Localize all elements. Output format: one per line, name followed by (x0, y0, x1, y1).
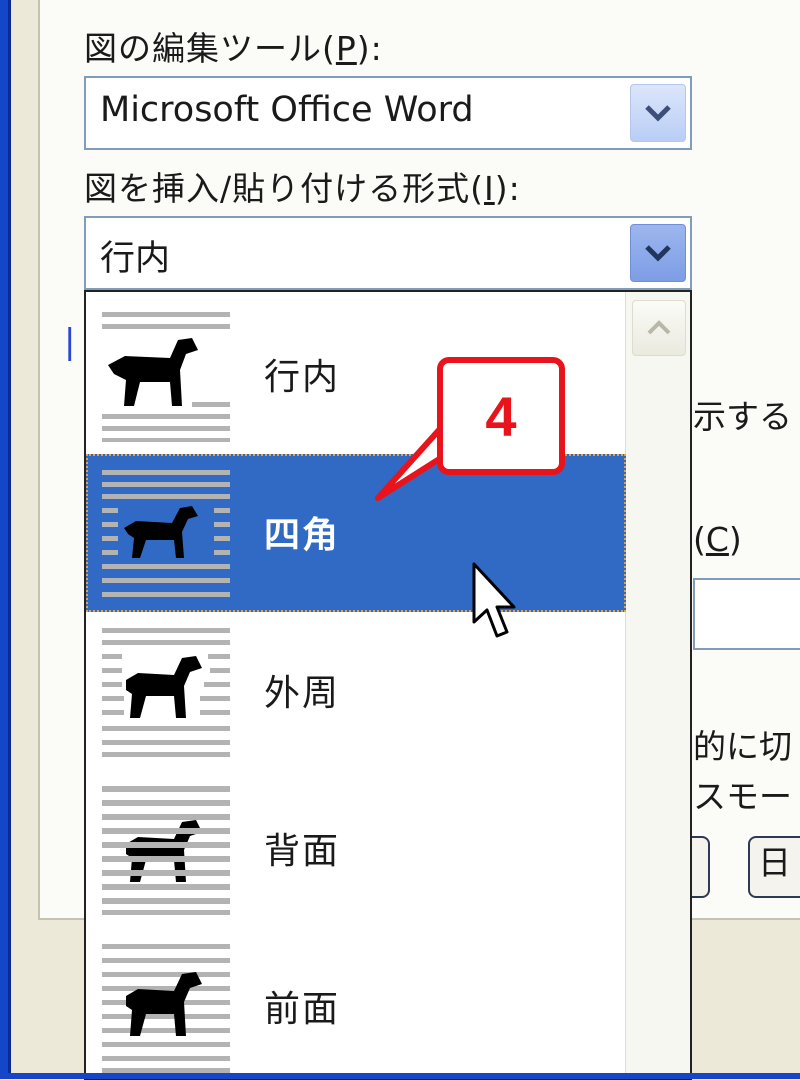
edit-tool-label: 図の編集ツール(P): (84, 29, 383, 68)
insert-format-value: 行内 (100, 239, 171, 279)
scroll-up-button[interactable] (632, 300, 686, 356)
window-frame-bottom (0, 1073, 800, 1079)
dropdown-item-square[interactable]: 四角 (86, 454, 626, 612)
step-callout: 4 (437, 357, 565, 475)
chevron-up-icon (647, 320, 671, 335)
edit-tool-value: Microsoft Office Word (100, 90, 474, 130)
partial-button-2[interactable]: 日 (748, 836, 800, 898)
wrap-in-front-icon (102, 944, 230, 1073)
insert-format-dropdown-button[interactable] (630, 224, 686, 282)
c-option-label-fragment: (C) (693, 520, 742, 559)
wrap-behind-text-icon (102, 786, 230, 915)
wrap-style-dropdown-list[interactable]: 行内 四角 外周 背面 前面 (84, 290, 692, 1080)
chevron-down-icon (645, 105, 671, 122)
auto-switch-fragment: 的に切 (693, 727, 792, 766)
c-option-field-fragment[interactable] (693, 578, 800, 650)
window-frame-left (0, 0, 11, 1079)
left-blue-fragment-1: | (64, 322, 76, 362)
mode-fragment: スモート (693, 777, 800, 816)
wrap-tight-icon (102, 628, 230, 757)
dropdown-item-in-front[interactable]: 前面 (86, 928, 626, 1078)
dropdown-item-tight[interactable]: 外周 (86, 612, 626, 770)
dropdown-item-behind-text[interactable]: 背面 (86, 770, 626, 928)
edit-tool-dropdown-button[interactable] (630, 84, 686, 142)
display-option-fragment: 示する (693, 397, 792, 436)
step-number: 4 (485, 384, 517, 448)
edit-tool-select[interactable]: Microsoft Office Word (84, 76, 692, 150)
insert-format-select[interactable]: 行内 (84, 216, 692, 290)
dropdown-scrollbar[interactable] (625, 292, 690, 1078)
insert-format-label: 図を挿入/貼り付ける形式(I): (84, 169, 521, 208)
chevron-down-icon (645, 245, 671, 262)
mouse-cursor-icon (472, 562, 516, 638)
wrap-square-icon (102, 470, 230, 597)
wrap-inline-icon (102, 312, 230, 442)
